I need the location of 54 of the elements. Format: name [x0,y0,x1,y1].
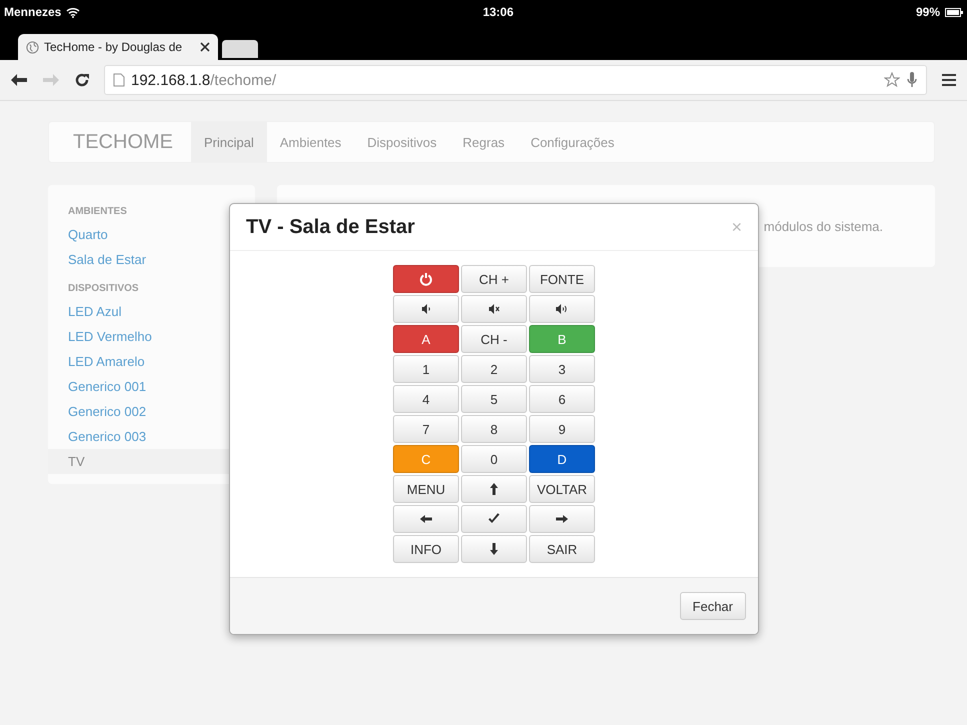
remote-button[interactable]: 1 [393,355,459,383]
arrow-up-icon [487,482,501,496]
remote-button[interactable] [461,535,527,563]
close-icon[interactable] [200,42,210,52]
arrow-left-icon [419,512,433,526]
mute-icon [487,302,501,316]
menu-icon[interactable] [941,73,957,87]
remote-button[interactable]: 9 [529,415,595,443]
remote-button[interactable]: 3 [529,355,595,383]
battery-text: 99% [916,5,940,19]
section-heading: AMBIENTES [67,205,128,219]
wifi-icon [66,6,80,18]
browser-tab[interactable]: TecHome - by Douglas de [18,34,218,60]
remote-button[interactable]: CH + [461,265,527,293]
url-path-text: /techome/ [210,72,276,88]
remote-button[interactable] [461,475,527,503]
star-icon[interactable] [884,72,900,88]
close-button[interactable]: Fechar [680,592,746,620]
remote-button[interactable]: 8 [461,415,527,443]
remote-button[interactable]: SAIR [529,535,595,563]
page-icon [113,73,125,87]
remote-button[interactable]: A [393,325,459,353]
remote-button[interactable]: INFO [393,535,459,563]
back-icon[interactable] [10,72,28,88]
section-heading: DISPOSITIVOS [67,282,140,296]
remote-button[interactable] [393,505,459,533]
remote-button[interactable]: CH - [461,325,527,353]
power-icon [419,272,433,286]
arrow-down-icon [487,542,501,556]
reload-icon[interactable] [74,72,90,88]
remote-button[interactable]: 0 [461,445,527,473]
modal-title: TV - Sala de Estar [246,216,415,238]
remote-button[interactable]: 2 [461,355,527,383]
clock-text: 13:06 [482,5,514,19]
remote-button[interactable]: FONTE [529,265,595,293]
remote-button[interactable]: MENU [393,475,459,503]
volume-up-icon [555,302,569,316]
microphone-icon[interactable] [906,71,918,89]
carrier-text: Mennezes [4,5,62,19]
arrow-right-icon [555,512,569,526]
tab-title: TecHome - by Douglas de [44,40,184,54]
remote-button[interactable]: VOLTAR [529,475,595,503]
volume-down-icon [419,302,433,316]
remote-button[interactable]: 4 [393,385,459,413]
url-host-text: 192.168.1.8 [131,72,210,88]
remote-button[interactable]: 6 [529,385,595,413]
jumbotron-text: módulos do sistema. [764,218,883,234]
globe-icon [26,40,39,54]
url-field[interactable]: 192.168.1.8/techome/ [104,65,927,95]
remote-button[interactable]: D [529,445,595,473]
remote-button[interactable] [529,505,595,533]
battery-icon [945,8,963,16]
remote-button[interactable]: 5 [461,385,527,413]
remote-button[interactable]: 7 [393,415,459,443]
